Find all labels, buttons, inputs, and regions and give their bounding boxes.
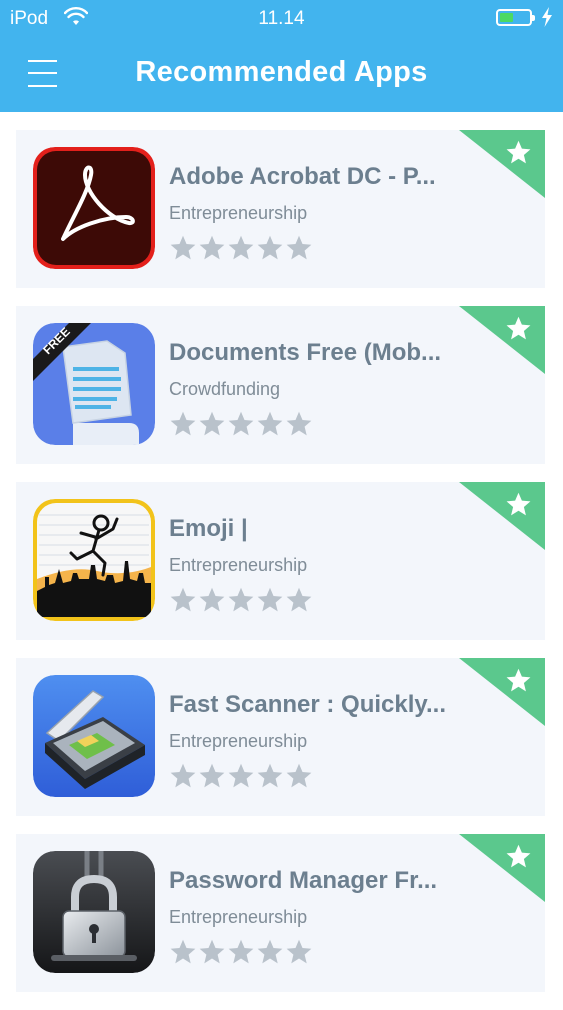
rating-star-icon: [286, 763, 312, 788]
app-name: Password Manager Fr...: [169, 867, 438, 894]
charging-bolt-icon: [542, 7, 552, 27]
star-icon: [506, 844, 531, 868]
star-rating: [169, 586, 314, 614]
rating-star-icon: [170, 235, 196, 260]
rating-star-icon: [199, 763, 225, 788]
app-category: Entrepreneurship: [169, 907, 308, 927]
rating-star-icon: [257, 235, 283, 260]
page-title: Recommended Apps: [135, 56, 428, 88]
rating-star-icon: [170, 411, 196, 436]
rating-star-icon: [170, 587, 196, 612]
app-name: Documents Free (Mob...: [169, 339, 442, 366]
rating-star-icon: [286, 411, 312, 436]
featured-ribbon: [459, 658, 545, 726]
app-card[interactable]: FREE Documents Free (Mob... Crowdfunding: [16, 306, 545, 464]
rating-star-icon: [228, 763, 254, 788]
rating-star-icon: [286, 587, 312, 612]
app-card[interactable]: Password Manager Fr... Entrepreneurship: [16, 834, 545, 992]
app-header: iPod 11.14 Recommended Apps: [0, 0, 563, 112]
star-rating: [169, 410, 314, 438]
rating-star-icon: [199, 939, 225, 964]
rating-star-icon: [286, 235, 312, 260]
rating-star-icon: [228, 411, 254, 436]
rating-star-icon: [257, 763, 283, 788]
documents-free-icon: FREE: [33, 323, 155, 445]
flatbed-scanner-icon: [33, 675, 155, 797]
app-name: Fast Scanner : Quickly...: [169, 691, 446, 718]
rating-star-icon: [199, 235, 225, 260]
star-icon: [506, 668, 531, 692]
app-card[interactable]: Fast Scanner : Quickly... Entrepreneursh…: [16, 658, 545, 816]
adobe-acrobat-icon: [33, 147, 155, 269]
app-category: Crowdfunding: [169, 379, 281, 399]
app-name: Emoji |: [169, 515, 248, 542]
rating-star-icon: [170, 939, 196, 964]
status-bar: iPod 11.14: [0, 0, 563, 38]
featured-ribbon: [459, 482, 545, 550]
star-rating: [169, 938, 314, 966]
app-category: Entrepreneurship: [169, 203, 308, 223]
app-category: Entrepreneurship: [169, 731, 308, 751]
rating-star-icon: [199, 587, 225, 612]
rating-star-icon: [170, 763, 196, 788]
recommended-apps-list: Adobe Acrobat DC - P... Entrepreneurship…: [16, 130, 545, 1010]
featured-ribbon: [459, 306, 545, 374]
rating-star-icon: [199, 411, 225, 436]
featured-ribbon: [459, 130, 545, 198]
star-rating: [169, 234, 314, 262]
emoji-stick-figure-icon: [33, 499, 155, 621]
star-icon: [506, 140, 531, 164]
rating-star-icon: [257, 939, 283, 964]
star-icon: [506, 492, 531, 516]
app-card[interactable]: Emoji | Entrepreneurship: [16, 482, 545, 640]
rating-star-icon: [228, 235, 254, 260]
status-time: 11.14: [258, 8, 305, 29]
rating-star-icon: [257, 411, 283, 436]
app-card[interactable]: Adobe Acrobat DC - P... Entrepreneurship: [16, 130, 545, 288]
app-category: Entrepreneurship: [169, 555, 308, 575]
padlock-icon: [33, 851, 155, 973]
rating-star-icon: [228, 587, 254, 612]
rating-star-icon: [228, 939, 254, 964]
rating-star-icon: [286, 939, 312, 964]
featured-ribbon: [459, 834, 545, 902]
rating-star-icon: [257, 587, 283, 612]
star-rating: [169, 762, 314, 790]
battery-icon: [496, 9, 535, 26]
battery-level: [500, 13, 513, 22]
app-name: Adobe Acrobat DC - P...: [169, 163, 436, 190]
star-icon: [506, 316, 531, 340]
